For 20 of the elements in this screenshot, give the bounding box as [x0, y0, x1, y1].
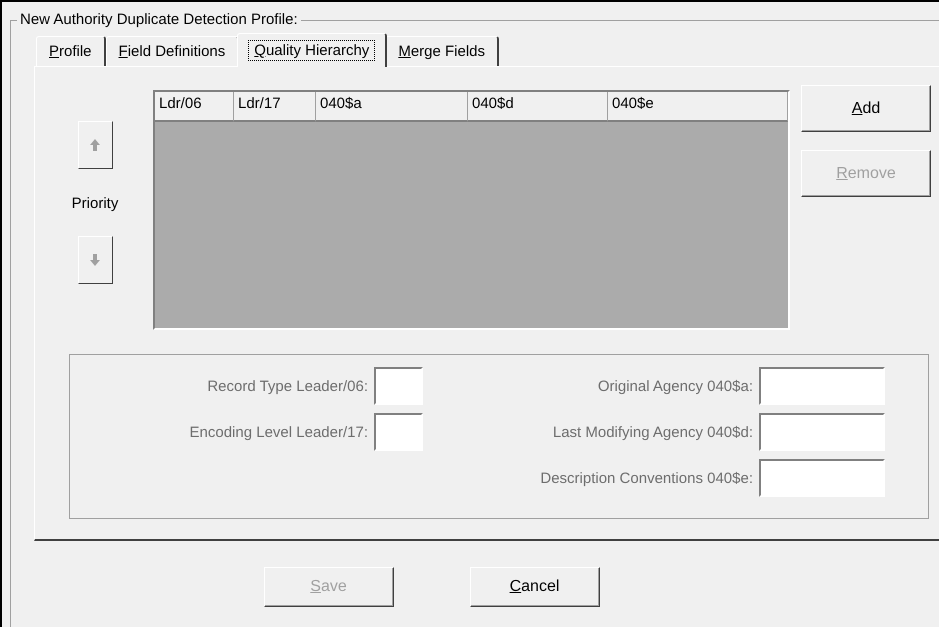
column-header[interactable]: 040$a: [316, 92, 468, 122]
priority-label: Priority: [72, 195, 118, 212]
cancel-button[interactable]: Cancel: [470, 567, 600, 607]
down-arrow-icon: [90, 254, 100, 266]
field-label: Last Modifying Agency 040$d:: [552, 424, 753, 440]
column-header[interactable]: 040$e: [608, 92, 788, 122]
tab[interactable]: Field Definitions: [106, 36, 240, 66]
column-header[interactable]: Ldr/06: [155, 92, 234, 122]
tab[interactable]: Merge Fields: [385, 36, 500, 66]
column-header[interactable]: Ldr/17: [234, 92, 316, 122]
up-arrow-icon: [90, 139, 100, 151]
column-header[interactable]: 040$d: [468, 92, 608, 122]
field-label: Description Conventions 040$e:: [540, 470, 753, 486]
tab[interactable]: Profile: [36, 36, 106, 66]
tab[interactable]: Quality Hierarchy: [237, 33, 388, 67]
add-button[interactable]: Add: [801, 85, 931, 132]
field-label: Original Agency 040$a:: [598, 378, 753, 394]
group-title: New Authority Duplicate Detection Profile:: [17, 11, 301, 29]
field-label: Record Type Leader/06:: [207, 378, 368, 394]
field-label: Encoding Level Leader/17:: [190, 424, 368, 440]
